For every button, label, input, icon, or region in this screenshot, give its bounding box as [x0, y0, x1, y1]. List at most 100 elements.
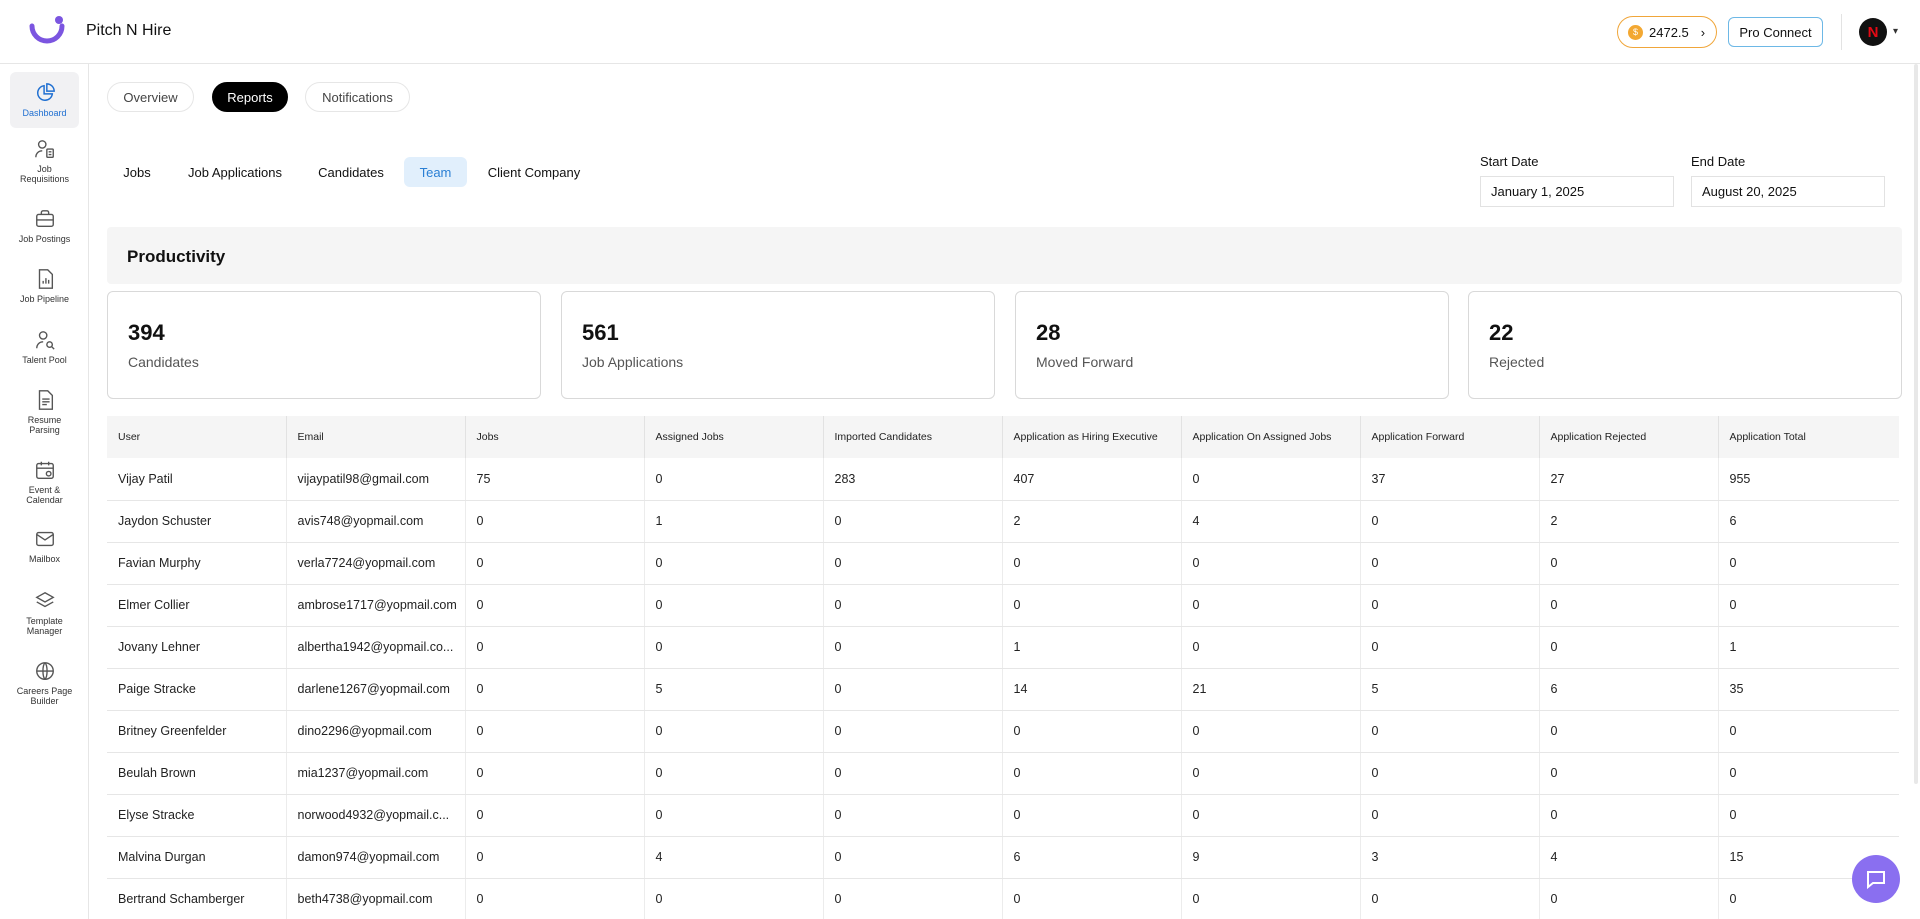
table-cell: 0: [465, 500, 645, 543]
table-cell: 0: [1360, 878, 1540, 919]
table-cell: 0: [1360, 500, 1540, 543]
table-cell: Bertrand Schamberger: [107, 878, 287, 919]
table-cell: 4: [1181, 500, 1361, 543]
table-row[interactable]: Elmer Collier ambrose1717@yopmail.com 0 0 0 0…: [107, 584, 1899, 627]
table-cell: 1: [1718, 626, 1899, 669]
table-cell: 2: [1539, 500, 1719, 543]
briefcase-icon: [35, 210, 54, 228]
subtab-client-company[interactable]: Client Company: [481, 157, 587, 187]
column-header: Email: [286, 416, 466, 458]
table-cell: 0: [823, 626, 1003, 669]
table-cell: 0: [1360, 626, 1540, 669]
tab-overview[interactable]: Overview: [107, 82, 194, 112]
tab-reports[interactable]: Reports: [212, 82, 288, 112]
sidebar: Dashboard Job Requisitions Job Postings …: [0, 64, 89, 919]
table-cell: 0: [644, 752, 824, 795]
tab-notifications[interactable]: Notifications: [305, 82, 410, 112]
table-cell: 5: [644, 668, 824, 711]
table-cell: 0: [644, 878, 824, 919]
sidebar-item-dashboard[interactable]: Dashboard: [10, 72, 79, 128]
table-cell: 0: [1360, 710, 1540, 753]
table-row[interactable]: Beulah Brown mia1237@yopmail.com 0 0 0 0 0 0 0 0: [107, 752, 1899, 795]
table-cell: 0: [823, 710, 1003, 753]
table-cell: 0: [1181, 626, 1361, 669]
table-cell: verla7724@yopmail.com: [286, 542, 466, 585]
table-row[interactable]: Malvina Durgan damon974@yopmail.com 0 4 0 6 9 3…: [107, 836, 1899, 879]
pro-connect-button[interactable]: Pro Connect: [1728, 17, 1823, 47]
table-cell: vijaypatil98@gmail.com: [286, 458, 466, 501]
end-date-input[interactable]: [1691, 176, 1885, 207]
table-cell: 1: [1002, 626, 1182, 669]
table-cell: 0: [1002, 542, 1182, 585]
table-row[interactable]: Paige Stracke darlene1267@yopmail.com 0 5 0 1…: [107, 668, 1899, 711]
table-cell: ambrose1717@yopmail.com: [286, 584, 466, 627]
sidebar-item-job-pipeline[interactable]: Job Pipeline: [10, 268, 79, 304]
table-cell: 0: [1539, 752, 1719, 795]
table-cell: 0: [1002, 710, 1182, 753]
coin-icon: $: [1628, 24, 1643, 40]
table-row[interactable]: Britney Greenfelder dino2296@yopmail.com 0…: [107, 710, 1899, 753]
table-row[interactable]: Jovany Lehner albertha1942@yopmail.co... 0…: [107, 626, 1899, 669]
sidebar-item-mailbox[interactable]: Mailbox: [10, 528, 79, 564]
sidebar-item-label: Dashboard: [22, 108, 67, 118]
caret-down-icon[interactable]: ▾: [1893, 26, 1898, 37]
table-cell: 0: [465, 584, 645, 627]
avatar[interactable]: N: [1859, 18, 1887, 46]
subtab-candidates[interactable]: Candidates: [311, 157, 391, 187]
start-date-input[interactable]: [1480, 176, 1674, 207]
user-document-icon: [34, 140, 54, 158]
subtab-team[interactable]: Team: [404, 157, 467, 187]
table-cell: 6: [1539, 668, 1719, 711]
brand-name: Pitch N Hire: [86, 22, 172, 39]
table-cell: 5: [1360, 668, 1540, 711]
sidebar-item-template-manager[interactable]: Template Manager: [10, 590, 79, 636]
mail-icon: [35, 531, 54, 547]
sidebar-item-careers-page-builder[interactable]: Careers Page Builder: [10, 660, 79, 706]
table-row[interactable]: Bertrand Schamberger beth4738@yopmail.com…: [107, 878, 1899, 919]
end-date-label: End Date: [1691, 154, 1746, 169]
stat-card-job-applications: 561 Job Applications: [561, 291, 995, 399]
sidebar-item-resume-parsing[interactable]: Resume Parsing: [10, 389, 79, 435]
chat-button[interactable]: [1852, 855, 1900, 903]
sidebar-item-talent-pool[interactable]: Talent Pool: [10, 329, 79, 365]
table-cell: Elmer Collier: [107, 584, 287, 627]
stat-value: 22: [1489, 320, 1514, 345]
sidebar-item-label: Resume Parsing: [27, 415, 62, 435]
subtab-job-applications[interactable]: Job Applications: [179, 157, 291, 187]
table-cell: 0: [1539, 878, 1719, 919]
sidebar-item-label: Job Requisitions: [19, 164, 70, 184]
table-cell: 0: [1718, 752, 1899, 795]
table-row[interactable]: Elyse Stracke norwood4932@yopmail.c... 0 0 0…: [107, 794, 1899, 837]
table-row[interactable]: Jaydon Schuster avis748@yopmail.com 0 1 0 2 4 0…: [107, 500, 1899, 543]
sidebar-item-label: Job Postings: [18, 234, 71, 244]
table-cell: 0: [1181, 458, 1361, 501]
sidebar-item-label: Careers Page Builder: [16, 686, 73, 706]
calendar-icon: [35, 461, 54, 479]
table-row[interactable]: Vijay Patil vijaypatil98@gmail.com 75 0 283 4…: [107, 458, 1899, 501]
table-cell: 0: [1002, 584, 1182, 627]
table-cell: 0: [465, 542, 645, 585]
table-cell: darlene1267@yopmail.com: [286, 668, 466, 711]
app-logo[interactable]: [28, 14, 66, 48]
table-cell: 407: [1002, 458, 1182, 501]
table-cell: Favian Murphy: [107, 542, 287, 585]
productivity-header: Productivity: [107, 227, 1902, 284]
sidebar-item-job-postings[interactable]: Job Postings: [10, 208, 79, 244]
subtab-jobs[interactable]: Jobs: [115, 157, 159, 187]
credits-button[interactable]: $ 2472.5 ›: [1617, 16, 1717, 48]
table-row[interactable]: Favian Murphy verla7724@yopmail.com 0 0 0 0 0 0…: [107, 542, 1899, 585]
table-cell: Vijay Patil: [107, 458, 287, 501]
table-cell: 0: [644, 584, 824, 627]
chevron-right-icon: ›: [1700, 24, 1706, 40]
table-cell: 0: [1718, 542, 1899, 585]
stat-value: 561: [582, 320, 619, 345]
table-cell: 0: [1360, 542, 1540, 585]
sidebar-item-job-requisitions[interactable]: Job Requisitions: [10, 138, 79, 184]
sidebar-item-label: Job Pipeline: [19, 294, 70, 304]
table-cell: 37: [1360, 458, 1540, 501]
scrollbar[interactable]: [1914, 64, 1918, 784]
column-header: Application Rejected: [1539, 416, 1719, 458]
table-cell: 4: [644, 836, 824, 879]
table-cell: 0: [1539, 542, 1719, 585]
sidebar-item-event-calendar[interactable]: Event & Calendar: [10, 459, 79, 505]
